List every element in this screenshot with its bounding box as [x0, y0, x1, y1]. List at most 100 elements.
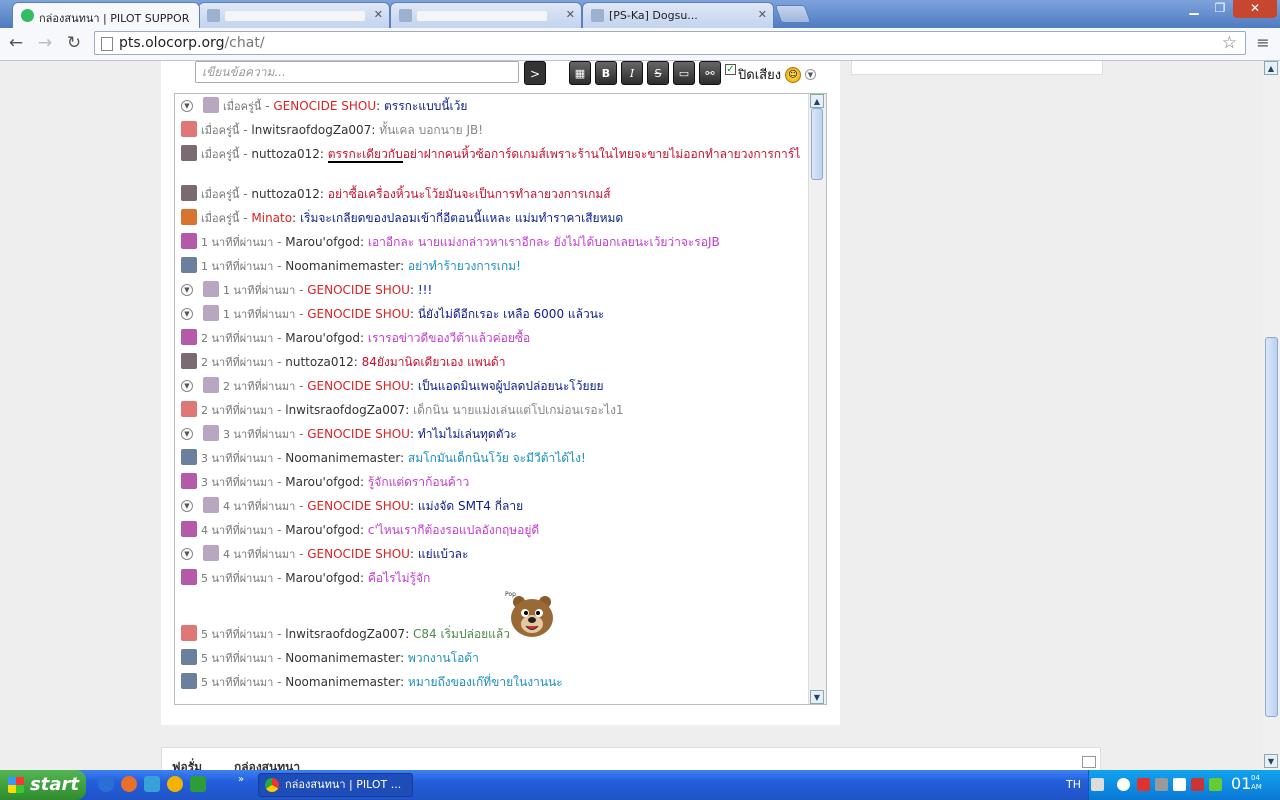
avatar[interactable] — [181, 401, 197, 417]
page-scroll-thumb[interactable] — [1265, 337, 1278, 717]
address-bar[interactable]: pts.olocorp.org/chat/ ☆ — [94, 31, 1246, 55]
smiley-icon[interactable]: ☺ — [785, 67, 801, 83]
avatar[interactable] — [203, 497, 219, 513]
close-window-icon[interactable]: ✕ — [1233, 0, 1277, 18]
message-username[interactable]: Minato — [251, 211, 292, 225]
avatar[interactable] — [203, 305, 219, 321]
tray-app-icon[interactable] — [1191, 778, 1204, 791]
avatar[interactable] — [181, 145, 197, 161]
ie-icon[interactable] — [98, 776, 114, 792]
volume-icon[interactable] — [1173, 778, 1186, 791]
color-grid-button[interactable]: ▦ — [569, 61, 591, 85]
scroll-down-icon[interactable]: ▼ — [1264, 754, 1278, 768]
chevron-down-icon[interactable]: ▼ — [805, 69, 816, 80]
app-icon[interactable] — [167, 776, 183, 792]
clock[interactable]: 01 04 AM — [1231, 774, 1262, 794]
scroll-up-icon[interactable]: ▲ — [1264, 61, 1278, 75]
firefox-icon[interactable] — [121, 776, 137, 792]
chevron-left-icon[interactable] — [1117, 778, 1130, 791]
message-username[interactable]: lnwitsraofdogZa007 — [251, 123, 371, 137]
avatar[interactable] — [181, 121, 197, 137]
start-button[interactable]: start — [0, 770, 86, 800]
avatar[interactable] — [203, 425, 219, 441]
message-username[interactable]: Noomanimemaster — [285, 651, 400, 665]
strikethrough-button[interactable]: S — [647, 61, 669, 85]
chevron-down-icon[interactable]: ▼ — [181, 284, 193, 296]
taskbar-chrome-window[interactable]: กล่องสนทนา | PILOT ... — [258, 773, 413, 797]
chat-scrollbar[interactable]: ▲ ▼ — [808, 94, 826, 704]
avatar[interactable] — [181, 649, 197, 665]
avatar[interactable] — [181, 569, 197, 585]
back-icon[interactable]: ← — [5, 32, 27, 54]
avatar[interactable] — [181, 257, 197, 273]
page-scrollbar[interactable]: ▲ ▼ — [1263, 61, 1280, 770]
chevron-down-icon[interactable]: ▼ — [181, 428, 193, 440]
new-tab-button[interactable] — [774, 5, 812, 23]
message-username[interactable]: nuttoza012 — [285, 355, 354, 369]
avatar[interactable] — [181, 209, 197, 225]
message-username[interactable]: GENOCIDE SHOU — [307, 379, 410, 393]
breadcrumb-forum[interactable]: ฟอรั่ม — [172, 758, 202, 770]
chat-scroll-thumb[interactable] — [811, 108, 823, 180]
restore-icon[interactable]: ❐ — [1207, 0, 1233, 18]
tab-active[interactable]: กล่องสนทนา | PILOT SUPPOR — [12, 2, 200, 28]
close-tab-icon[interactable]: ✕ — [758, 8, 767, 21]
shield-icon[interactable] — [1137, 778, 1150, 791]
forward-icon[interactable]: → — [34, 32, 56, 54]
chevron-down-icon[interactable]: ▼ — [181, 380, 193, 392]
avatar[interactable] — [181, 521, 197, 537]
message-username[interactable]: Marou'ofgod — [285, 571, 360, 585]
message-username[interactable]: GENOCIDE SHOU — [307, 283, 410, 297]
message-username[interactable]: Marou'ofgod — [285, 331, 360, 345]
mute-checkbox[interactable]: ✓ — [725, 64, 736, 75]
tab-4[interactable]: [PS-Ka] Dogsu... ✕ — [582, 2, 774, 28]
quicklaunch-expand-icon[interactable]: » — [238, 774, 244, 785]
keyboard-icon[interactable] — [1091, 778, 1104, 791]
scroll-down-icon[interactable]: ▼ — [810, 690, 824, 704]
italic-button[interactable]: I — [621, 61, 643, 85]
scroll-up-icon[interactable]: ▲ — [810, 94, 824, 108]
list-icon[interactable] — [1082, 756, 1096, 768]
avatar[interactable] — [181, 473, 197, 489]
bold-button[interactable]: B — [595, 61, 617, 85]
image-button[interactable]: ▭ — [673, 61, 695, 85]
message-username[interactable]: GENOCIDE SHOU — [307, 499, 410, 513]
close-tab-icon[interactable]: ✕ — [374, 8, 383, 21]
message-username[interactable]: Marou'ofgod — [285, 523, 360, 537]
send-button[interactable]: > — [524, 61, 546, 85]
language-indicator[interactable]: TH — [1066, 778, 1081, 791]
network-icon[interactable] — [1155, 778, 1168, 791]
app-icon[interactable] — [144, 776, 160, 792]
tab-3[interactable]: ✕ — [390, 2, 582, 28]
avatar[interactable] — [203, 97, 219, 113]
reload-icon[interactable]: ↻ — [63, 32, 85, 54]
close-tab-icon[interactable]: ✕ — [566, 8, 575, 21]
avatar[interactable] — [181, 449, 197, 465]
avatar[interactable] — [181, 329, 197, 345]
avatar[interactable] — [203, 545, 219, 561]
avatar[interactable] — [203, 281, 219, 297]
message-username[interactable]: Noomanimemaster — [285, 675, 400, 689]
bookmark-star-icon[interactable]: ☆ — [1222, 32, 1237, 54]
avatar[interactable] — [181, 625, 197, 641]
message-username[interactable]: Noomanimemaster — [285, 259, 400, 273]
message-username[interactable]: nuttoza012 — [251, 147, 320, 161]
tab-2[interactable]: ✕ — [198, 2, 390, 28]
message-username[interactable]: lnwitsraofdogZa007 — [285, 627, 405, 641]
message-username[interactable]: GENOCIDE SHOU — [307, 307, 410, 321]
message-username[interactable]: Noomanimemaster — [285, 451, 400, 465]
message-username[interactable]: GENOCIDE SHOU — [273, 99, 376, 113]
avatar[interactable] — [203, 377, 219, 393]
app-icon[interactable] — [190, 776, 206, 792]
message-username[interactable]: Marou'ofgod — [285, 235, 360, 249]
avatar[interactable] — [181, 233, 197, 249]
chevron-down-icon[interactable]: ▼ — [181, 308, 193, 320]
minimize-icon[interactable]: ▁ — [1181, 0, 1207, 18]
tray-app-icon[interactable] — [1209, 778, 1222, 791]
message-username[interactable]: Marou'ofgod — [285, 475, 360, 489]
link-button[interactable]: ⚯ — [699, 61, 721, 85]
chevron-down-icon[interactable]: ▼ — [181, 500, 193, 512]
avatar[interactable] — [181, 673, 197, 689]
chevron-down-icon[interactable]: ▼ — [181, 100, 193, 112]
message-username[interactable]: GENOCIDE SHOU — [307, 547, 410, 561]
